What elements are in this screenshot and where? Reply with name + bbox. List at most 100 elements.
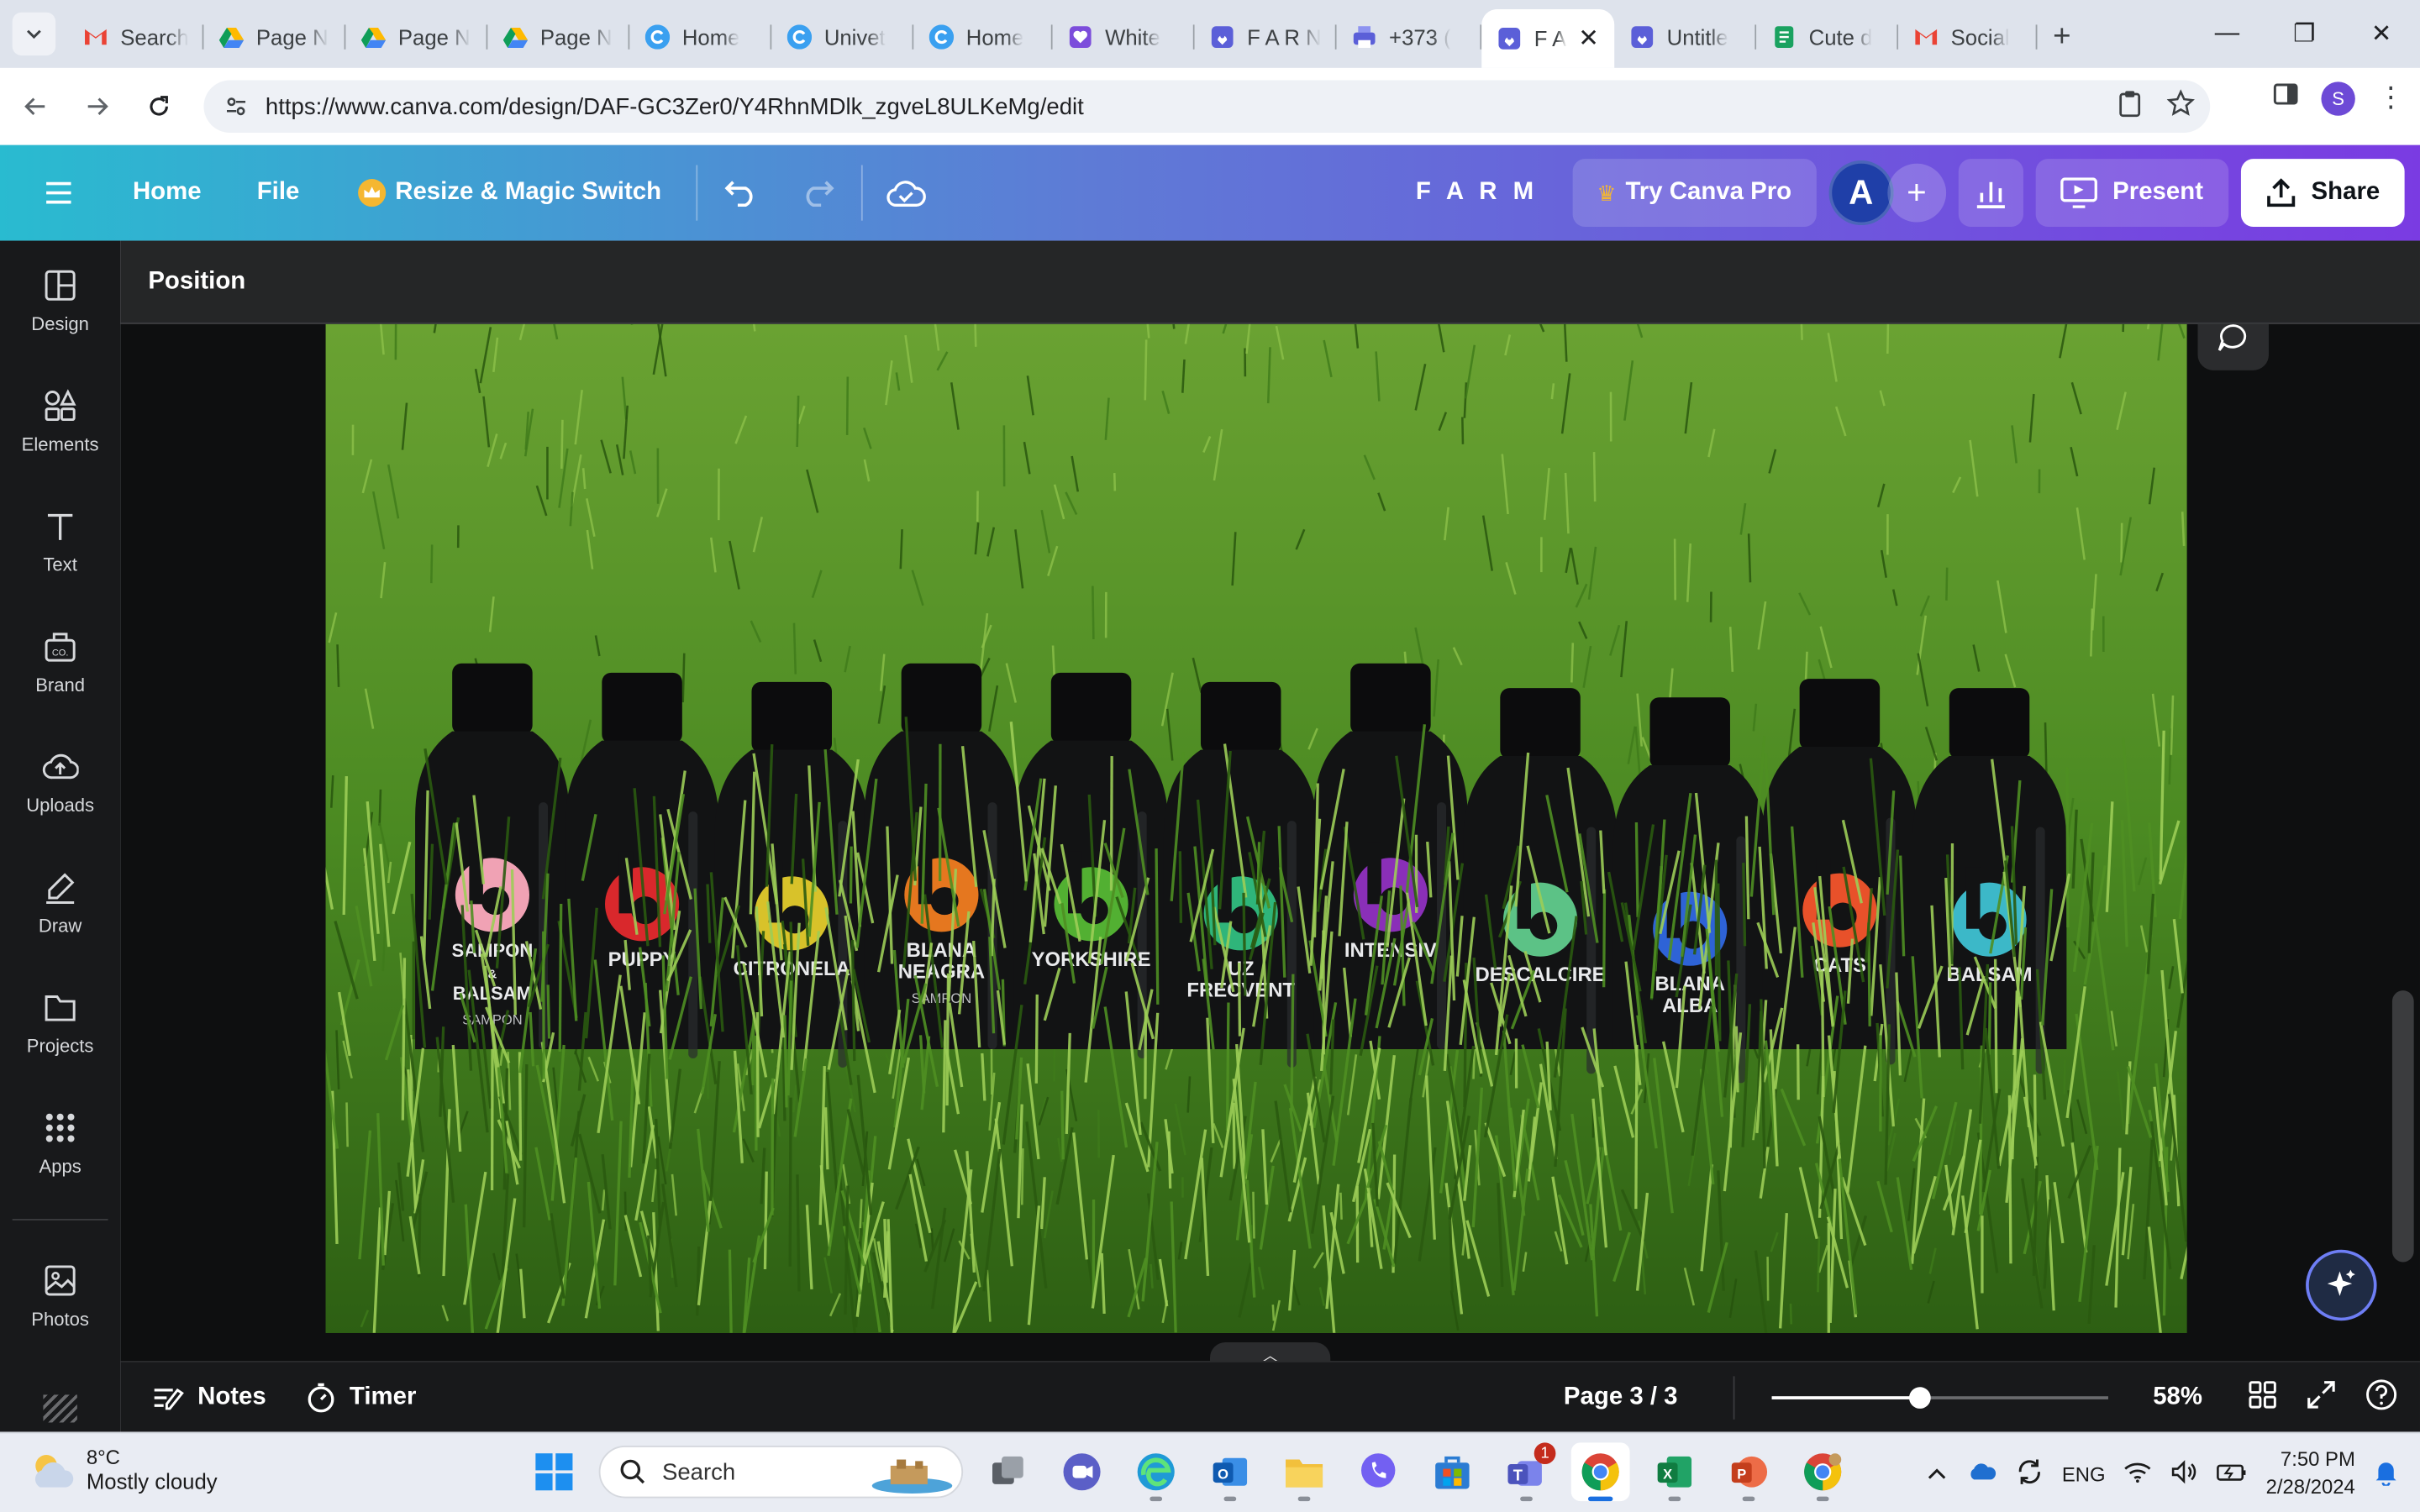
magic-assistant-button[interactable] <box>2306 1249 2377 1321</box>
browser-tab[interactable]: White <box>1053 13 1195 62</box>
sidebar-item-uploads[interactable]: Uploads <box>0 722 120 843</box>
tab-active[interactable]: F A ✕ <box>1481 9 1615 68</box>
show-pages-button[interactable]: ︿ <box>1209 1341 1331 1361</box>
sidebar-item-projects[interactable]: Projects <box>0 963 120 1083</box>
bookmark-star-icon[interactable] <box>2166 88 2196 124</box>
restore-button[interactable]: ❐ <box>2265 0 2343 68</box>
zoom-slider-handle[interactable] <box>1908 1387 1931 1409</box>
main-menu-button[interactable] <box>28 162 89 223</box>
new-tab-button[interactable]: + <box>2037 13 2086 62</box>
notes-button[interactable]: Notes <box>145 1383 272 1411</box>
wifi-icon[interactable] <box>2124 1460 2152 1486</box>
side-panel-icon[interactable] <box>2272 81 2300 116</box>
sidebar-item-draw[interactable]: Draw <box>0 843 120 963</box>
back-button[interactable] <box>9 81 61 133</box>
sidebar-item-apps[interactable]: Apps <box>0 1083 120 1203</box>
battery-icon[interactable] <box>2217 1460 2248 1486</box>
gmail-icon <box>1914 24 1939 49</box>
sidebar-item-elements[interactable]: Elements <box>0 361 120 481</box>
reload-button[interactable] <box>133 81 185 133</box>
site-info-icon[interactable] <box>213 94 259 118</box>
taskbar-viber[interactable] <box>1349 1442 1407 1501</box>
tab-search-button[interactable] <box>12 12 56 56</box>
profile-avatar[interactable]: S <box>2321 81 2355 115</box>
help-icon[interactable] <box>2365 1377 2398 1419</box>
add-comment-button[interactable] <box>2197 323 2269 370</box>
product-photo[interactable]: SAMPON&BALSAMSAMPONPUPPY CITRONELABLANANE… <box>325 323 2187 1333</box>
browser-tab[interactable]: Univet <box>771 13 914 62</box>
forward-button[interactable] <box>71 81 123 133</box>
sync-icon[interactable] <box>2016 1457 2044 1490</box>
taskbar-outlook[interactable]: O <box>1201 1442 1260 1502</box>
browser-tab[interactable]: Search <box>68 13 204 62</box>
undo-button[interactable] <box>709 162 771 223</box>
system-clock[interactable]: 7:50 PM 2/28/2024 <box>2266 1446 2355 1501</box>
taskbar-search[interactable]: Search <box>598 1446 964 1499</box>
sidebar-item-photos[interactable]: Photos <box>0 1236 120 1356</box>
home-menu[interactable]: Home <box>111 162 223 223</box>
close-window-button[interactable]: ✕ <box>2343 0 2420 68</box>
taskbar-chrome-profile[interactable] <box>1793 1442 1852 1502</box>
share-button[interactable]: Share <box>2240 159 2405 227</box>
omnibox[interactable]: https://www.canva.com/design/DAF-GC3Zer0… <box>203 80 2211 133</box>
user-avatar[interactable]: A <box>1828 160 1894 226</box>
timer-button[interactable]: Timer <box>300 1382 423 1413</box>
task-view-button[interactable] <box>978 1442 1037 1501</box>
volume-icon[interactable] <box>2170 1459 2198 1488</box>
browser-tab[interactable]: Social <box>1898 13 2038 62</box>
sidebar-item-brand[interactable]: CO. Brand <box>0 601 120 722</box>
minimize-button[interactable]: — <box>2188 0 2265 68</box>
vertical-scrollbar[interactable] <box>2391 990 2414 1263</box>
header-divider <box>695 165 697 221</box>
clipboard-icon[interactable] <box>2118 89 2142 124</box>
onedrive-icon[interactable] <box>1966 1459 1997 1488</box>
taskbar-powerpoint[interactable]: P <box>1719 1442 1778 1502</box>
fullscreen-icon[interactable] <box>2306 1378 2337 1417</box>
sidebar-item-design[interactable]: Design <box>0 241 120 361</box>
add-collaborator-button[interactable]: + <box>1887 163 1946 223</box>
design-page[interactable]: SAMPON & BALSAM SAMPON PUPPY CITRONELA BLANA NE… <box>325 323 2187 1333</box>
zoom-slider-fill <box>1771 1396 1920 1399</box>
redo-button[interactable] <box>786 162 848 223</box>
notification-bell-icon[interactable] <box>2374 1457 2398 1490</box>
taskbar-teams[interactable]: T 1 <box>1497 1442 1556 1502</box>
browser-tab[interactable]: Home <box>913 13 1053 62</box>
page-indicator[interactable]: Page 3 / 3 <box>1564 1384 1678 1412</box>
try-canva-pro-button[interactable]: ♛ Try Canva Pro <box>1571 159 1817 227</box>
sidebar-item-text[interactable]: Text <box>0 481 120 601</box>
browser-tab[interactable]: F A R N <box>1195 13 1337 62</box>
browser-tab[interactable]: Page N <box>487 13 630 62</box>
insights-button[interactable] <box>1958 159 2023 227</box>
weather-widget[interactable]: 8°C Mostly cloudy <box>28 1446 218 1494</box>
browser-tab[interactable]: +373 ( <box>1337 13 1482 62</box>
browser-tab[interactable]: Page N <box>203 13 346 62</box>
saved-status-button[interactable] <box>875 162 936 223</box>
zoom-level[interactable]: 58% <box>2136 1384 2219 1412</box>
chevron-up-icon[interactable] <box>1926 1462 1948 1485</box>
input-language[interactable]: ENG <box>2062 1462 2106 1485</box>
file-menu[interactable]: File <box>235 162 321 223</box>
design-title[interactable]: F A R M <box>1416 179 1539 207</box>
position-button[interactable]: Position <box>148 268 245 296</box>
close-tab-icon[interactable]: ✕ <box>1578 24 1599 55</box>
present-button[interactable]: Present <box>2035 159 2228 227</box>
browser-menu-icon[interactable]: ⋮ <box>2377 81 2405 114</box>
taskbar-store[interactable] <box>1423 1442 1481 1501</box>
zoom-slider[interactable] <box>1771 1387 2108 1409</box>
start-button[interactable] <box>524 1442 583 1501</box>
resize-magic-switch-button[interactable]: Resize & Magic Switch <box>336 162 682 223</box>
taskbar-meet-app[interactable] <box>1053 1442 1112 1501</box>
system-tray: ENG 7:50 PM 2/28/2024 <box>1926 1440 2398 1508</box>
browser-tab[interactable]: Page N <box>345 13 488 62</box>
browser-tab[interactable]: Home <box>629 13 772 62</box>
taskbar-chrome[interactable] <box>1570 1442 1630 1502</box>
chevron-up-icon: ︿ <box>1262 1347 1278 1361</box>
grid-view-icon[interactable] <box>2247 1378 2278 1417</box>
sidebar-pattern-icon[interactable] <box>43 1394 77 1423</box>
browser-tab[interactable]: Untitle <box>1614 13 1757 62</box>
browser-tab[interactable]: Cute d <box>1756 13 1899 62</box>
taskbar-file-explorer[interactable] <box>1275 1442 1334 1502</box>
cloudy-weather-icon <box>34 1454 74 1487</box>
taskbar-excel[interactable]: X <box>1645 1442 1704 1502</box>
taskbar-edge[interactable] <box>1127 1442 1186 1502</box>
